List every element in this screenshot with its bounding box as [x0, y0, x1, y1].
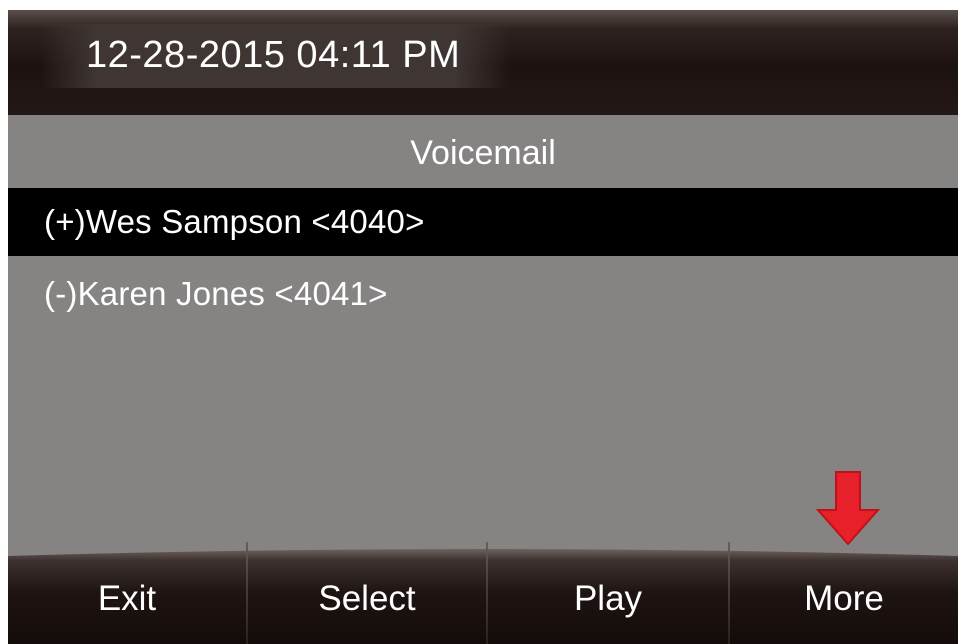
screen-title: Voicemail	[410, 134, 556, 172]
play-softkey[interactable]: Play	[488, 542, 728, 644]
more-softkey[interactable]: More	[730, 542, 958, 644]
datetime-display: 12-28-2015 04:11 PM	[86, 34, 461, 76]
select-softkey[interactable]: Select	[248, 542, 486, 644]
voicemail-item-wes-sampson[interactable]: (+)Wes Sampson <4040>	[8, 188, 958, 256]
status-bar: 12-28-2015 04:11 PM	[8, 10, 958, 115]
voicemail-item-karen-jones[interactable]: (-)Karen Jones <4041>	[8, 260, 958, 328]
exit-softkey[interactable]: Exit	[8, 542, 246, 644]
down-arrow-icon	[816, 471, 880, 546]
phone-screen: 12-28-2015 04:11 PM Voicemail (+)Wes Sam…	[8, 10, 958, 644]
softkey-bar: Exit Select Play More	[8, 542, 958, 644]
voicemail-list: (+)Wes Sampson <4040> (-)Karen Jones <40…	[8, 188, 958, 328]
